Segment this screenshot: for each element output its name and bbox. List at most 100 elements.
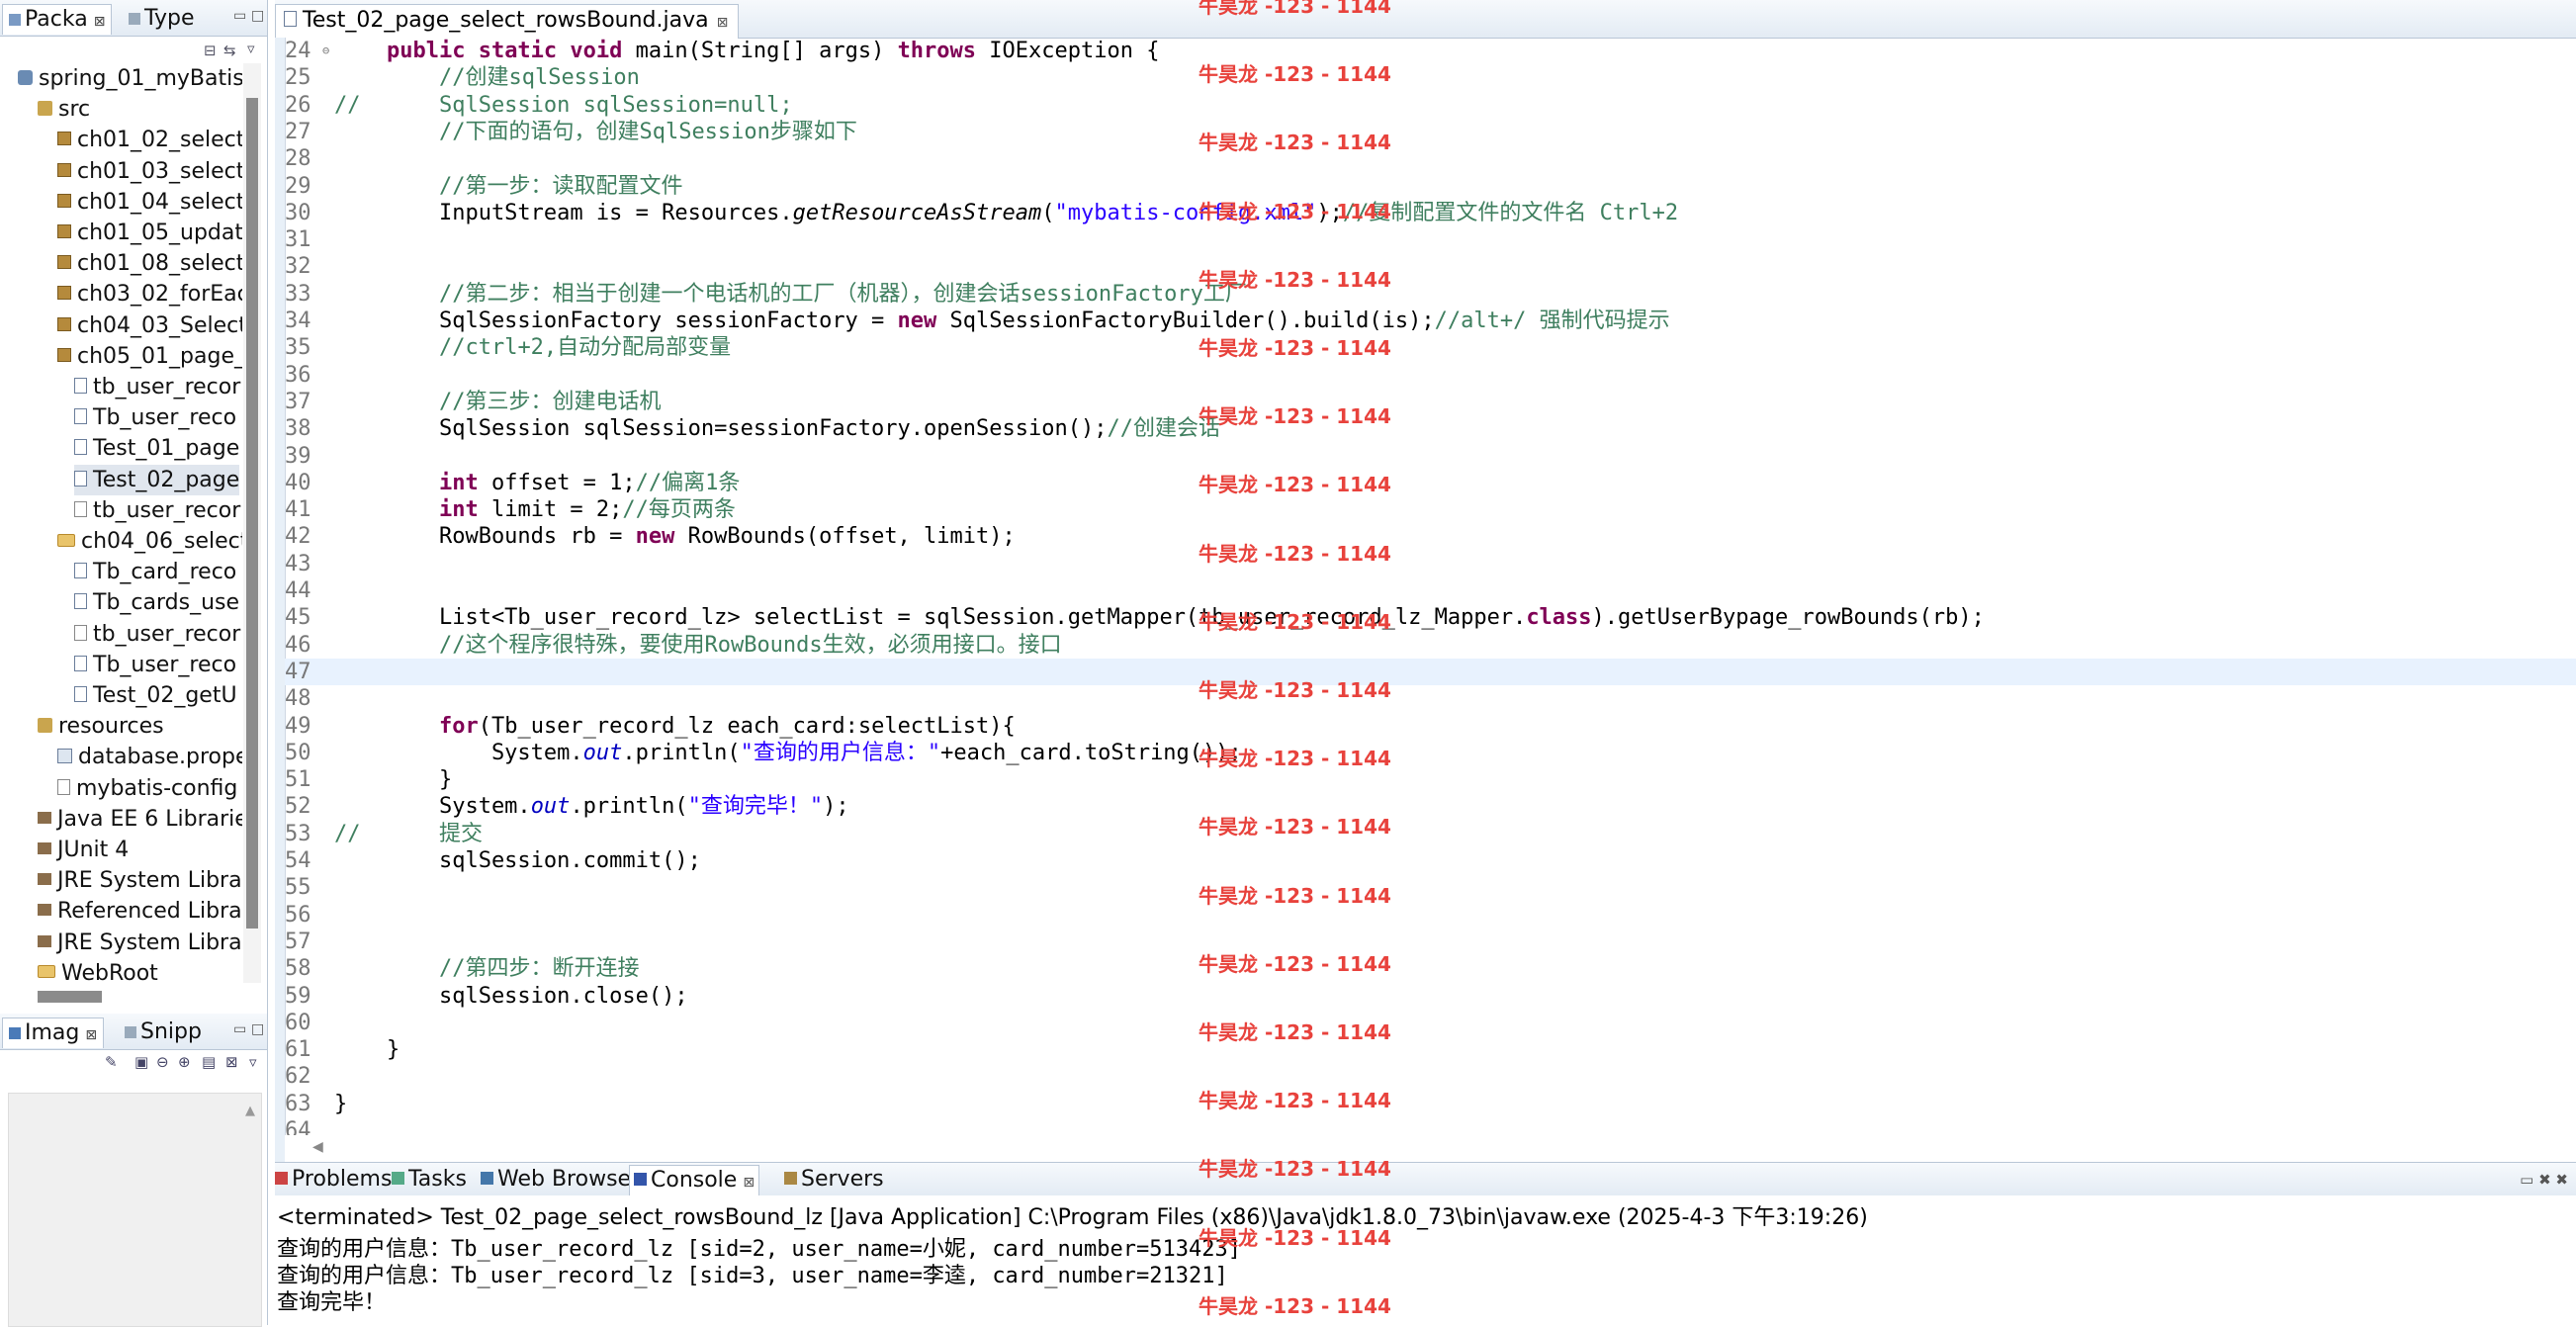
- fit-icon[interactable]: ▣: [134, 1053, 148, 1071]
- scrollbar-thumb[interactable]: [38, 991, 102, 1003]
- link-with-editor-icon[interactable]: ⇆: [223, 42, 236, 59]
- tree-vertical-scrollbar[interactable]: [243, 63, 261, 983]
- tree-item[interactable]: Java EE 6 Librarie: [38, 804, 242, 835]
- tab-label: Tasks: [408, 1167, 467, 1192]
- tree-item[interactable]: Test_02_page: [74, 464, 240, 495]
- line-number: 28: [285, 146, 311, 172]
- tree-item[interactable]: Tb_card_reco: [74, 557, 236, 587]
- close-icon[interactable]: ⊠: [85, 1027, 97, 1043]
- tree-item[interactable]: tb_user_recor: [74, 372, 240, 402]
- tab-label: Servers: [801, 1167, 884, 1192]
- tree-item[interactable]: ch01_04_select: [57, 187, 242, 218]
- clear-console-icon[interactable]: ▭: [2520, 1171, 2533, 1189]
- library-icon: [38, 842, 51, 854]
- type-hierarchy-icon: [129, 13, 140, 25]
- close-icon[interactable]: ⊠: [94, 14, 106, 30]
- tab-type-hierarchy[interactable]: Type: [129, 4, 195, 34]
- tree-item[interactable]: Tb_user_reco: [74, 650, 236, 680]
- tree-item-label: database.prope: [78, 745, 242, 770]
- close-icon[interactable]: ⊠: [717, 15, 729, 31]
- tree-item[interactable]: ch01_03_select: [57, 156, 242, 187]
- tree-item-label: mybatis-config: [76, 775, 238, 801]
- code-text: }: [334, 767, 453, 793]
- tab-image[interactable]: Imag ⊠: [2, 1017, 105, 1048]
- java-file-icon: [74, 439, 87, 456]
- scroll-up-icon[interactable]: ▲: [245, 1104, 255, 1118]
- library-icon: [38, 811, 51, 824]
- code-line: 37 //第三步：创建电话机: [285, 389, 2576, 415]
- tab-web-browser[interactable]: Web Browser: [481, 1165, 640, 1194]
- maximize-icon[interactable]: □: [251, 1021, 264, 1037]
- tree-item[interactable]: JUnit 4: [38, 835, 129, 865]
- zoom-in-icon[interactable]: ⊕: [178, 1053, 191, 1071]
- tree-horizontal-scrollbar[interactable]: [0, 985, 242, 1009]
- line-number: 35: [285, 335, 311, 361]
- tree-item[interactable]: JRE System Libra: [38, 865, 242, 896]
- tab-snippets[interactable]: Snipp: [125, 1017, 202, 1047]
- tree-item-label: Java EE 6 Librarie: [57, 806, 242, 832]
- remove-launch-icon[interactable]: ✖: [2538, 1171, 2551, 1189]
- minimize-icon[interactable]: ▭: [233, 8, 246, 24]
- editor-horizontal-scrollbar[interactable]: ◀: [285, 1135, 2576, 1162]
- minimize-icon[interactable]: ▭: [233, 1021, 246, 1037]
- maximize-icon[interactable]: □: [251, 8, 264, 24]
- servers-icon: [784, 1171, 797, 1185]
- code-area[interactable]: 24 ⊖ public static void main(String[] arg…: [285, 38, 2576, 1135]
- tab-problems[interactable]: Problems: [275, 1165, 392, 1194]
- library-icon: [38, 873, 51, 886]
- tree-item[interactable]: JRE System Libra: [38, 928, 242, 958]
- pin-icon[interactable]: ✎: [105, 1053, 118, 1071]
- tree-item-label: Test_02_page: [93, 467, 240, 492]
- package-icon: [57, 316, 71, 331]
- view-menu-icon[interactable]: ▿: [247, 40, 255, 57]
- line-number: 36: [285, 362, 311, 388]
- tree-item[interactable]: tb_user_recor: [74, 495, 240, 526]
- console-body[interactable]: <terminated> Test_02_page_select_rowsBou…: [275, 1195, 2576, 1325]
- code-text: // SqlSession sqlSession=null;: [334, 92, 793, 118]
- tree-item[interactable]: tb_user_recor: [74, 619, 240, 650]
- fullscreen-icon[interactable]: ⊠: [225, 1053, 238, 1071]
- tree-item[interactable]: ch01_02_select: [57, 125, 242, 155]
- tree-item[interactable]: ch04_03_Select: [57, 310, 242, 341]
- remove-all-icon[interactable]: ✖: [2555, 1171, 2568, 1189]
- folder-icon: [38, 965, 55, 979]
- actual-size-icon[interactable]: ▤: [202, 1053, 216, 1071]
- tree-item[interactable]: Referenced Libra: [38, 896, 242, 927]
- tree-item[interactable]: ch04_06_select: [57, 526, 242, 557]
- tree-item[interactable]: Tb_cards_use: [74, 587, 239, 618]
- tree-item[interactable]: ch01_05_updat: [57, 218, 242, 248]
- close-icon[interactable]: ⊠: [743, 1175, 755, 1191]
- console-tabs: Problems Tasks Web Browser Console ⊠ Servers ▭…: [275, 1162, 2576, 1197]
- fold-icon[interactable]: ⊖: [322, 38, 329, 64]
- scroll-left-icon[interactable]: ◀: [312, 1139, 323, 1155]
- line-number: 33: [285, 281, 311, 307]
- watermark-text: 牛昊龙 -123 - 1144: [1199, 747, 1391, 771]
- package-icon: [57, 224, 71, 238]
- tree-item[interactable]: ch05_01_page_: [57, 341, 242, 372]
- tree-item[interactable]: spring_01_myBatis_: [18, 63, 242, 94]
- tree-item[interactable]: mybatis-config: [57, 773, 237, 804]
- tree-item[interactable]: Tb_user_reco: [74, 402, 236, 433]
- package-open-icon: [57, 533, 75, 547]
- tree-item[interactable]: Test_02_getU: [74, 680, 237, 711]
- tree-item[interactable]: ch01_08_select: [57, 248, 242, 279]
- tab-console[interactable]: Console ⊠: [629, 1165, 760, 1195]
- view-menu-icon[interactable]: ▿: [249, 1053, 257, 1071]
- tree-item[interactable]: WebRoot: [38, 958, 158, 983]
- collapse-all-icon[interactable]: ⊟: [204, 42, 217, 59]
- scrollbar-thumb[interactable]: [246, 98, 258, 929]
- tree-item[interactable]: src: [38, 94, 90, 125]
- tree-item[interactable]: Test_01_page: [74, 433, 239, 464]
- tab-tasks[interactable]: Tasks: [392, 1165, 467, 1194]
- tree-item[interactable]: database.prope: [57, 742, 242, 772]
- editor-tab-active[interactable]: Test_02_page_select_rowsBound.java ⊠: [275, 4, 740, 39]
- zoom-out-icon[interactable]: ⊖: [156, 1053, 169, 1071]
- tab-package-explorer[interactable]: Packa ⊠: [2, 4, 113, 35]
- java-file-icon: [74, 686, 87, 702]
- code-line: 61 }: [285, 1036, 2576, 1063]
- code-line: 47: [285, 658, 2576, 685]
- tree-item[interactable]: ch03_02_forEac: [57, 279, 242, 310]
- tree-item[interactable]: resources: [38, 711, 164, 742]
- tab-servers[interactable]: Servers: [784, 1165, 884, 1194]
- line-number: 40: [285, 470, 311, 495]
